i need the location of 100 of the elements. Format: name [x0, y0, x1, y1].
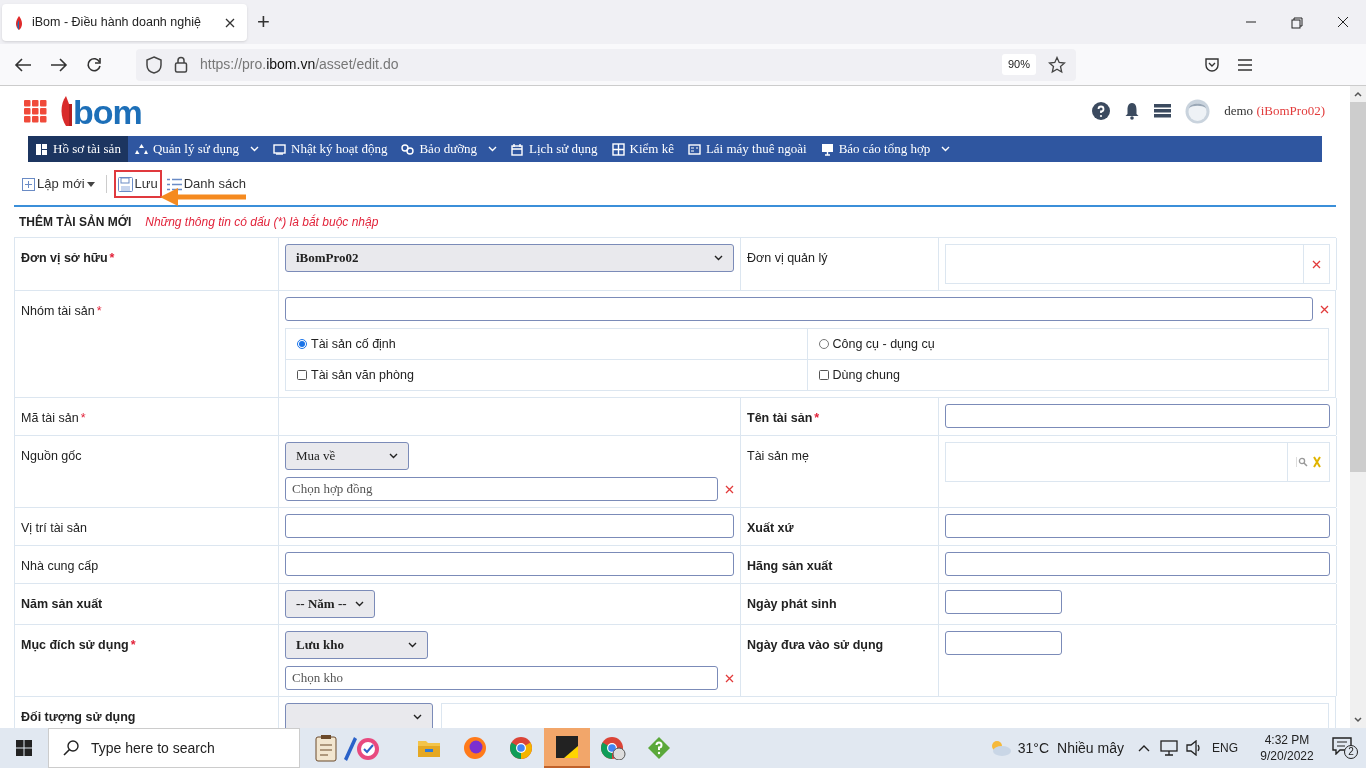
windows-icon[interactable]: [16, 740, 32, 756]
browser-icon: [509, 736, 533, 760]
close-icon[interactable]: [1336, 15, 1350, 29]
field-label: Xuất xứ: [747, 521, 794, 535]
chevron-down-icon: [408, 642, 417, 648]
chevron-down-icon: [714, 255, 723, 261]
lock-icon: [174, 56, 188, 73]
field-label: Tài sản mẹ: [747, 449, 809, 463]
checkbox-option[interactable]: Tài sản văn phòng: [297, 365, 414, 385]
browser-tab[interactable]: iBom - Điều hành doanh nghiệ: [2, 4, 247, 41]
nav-item[interactable]: Lịch sử dụng: [504, 136, 605, 162]
field-label: Hãng sản xuất: [747, 559, 833, 573]
grid-icon: [611, 142, 625, 156]
nav-item[interactable]: Kiểm kê: [604, 136, 681, 162]
clear-icon[interactable]: [725, 484, 734, 494]
input-field[interactable]: [285, 552, 734, 576]
plus-box-icon: [22, 177, 35, 191]
chevron-up-icon[interactable]: [1138, 744, 1150, 752]
bell-icon[interactable]: [1124, 102, 1141, 120]
chevron-down-icon: [413, 714, 422, 720]
zoom-level[interactable]: 90%: [1001, 54, 1036, 75]
chevron-down-icon: [355, 601, 364, 607]
clear-icon[interactable]: [725, 673, 734, 683]
help-icon[interactable]: [1092, 102, 1111, 120]
close-icon[interactable]: [225, 17, 235, 28]
select-field[interactable]: Mua về: [285, 442, 409, 470]
field-label: Ngày phát sinh: [747, 597, 837, 611]
clock[interactable]: 4:32 PM 9/20/2022: [1252, 732, 1322, 764]
clear-icon[interactable]: [1320, 304, 1329, 314]
scrollbar[interactable]: [1350, 86, 1366, 728]
nav-item[interactable]: Báo cáo tổng hợp: [813, 136, 958, 162]
field-label: Đơn vị quản lý: [747, 251, 828, 265]
select-field[interactable]: Lưu kho: [285, 631, 428, 659]
temperature[interactable]: 31°C: [1017, 737, 1050, 759]
nav-item[interactable]: Lái máy thuê ngoài: [680, 136, 814, 162]
floppy-icon: [117, 176, 133, 192]
select-field[interactable]: [285, 703, 433, 728]
star-icon[interactable]: [1048, 55, 1066, 74]
speaker-icon[interactable]: [1186, 740, 1202, 756]
pocket-icon[interactable]: [1204, 56, 1220, 73]
input-field[interactable]: [945, 404, 1330, 428]
input-field[interactable]: [285, 297, 1313, 321]
server-icon[interactable]: [1154, 104, 1172, 118]
reload-icon[interactable]: [86, 56, 102, 73]
radio-option[interactable]: Công cụ - dụng cụ: [818, 334, 935, 354]
nav-item[interactable]: Quản lý sử dụng: [127, 136, 267, 162]
input-field[interactable]: [945, 552, 1330, 576]
list-button[interactable]: Danh sách: [162, 170, 250, 198]
forward-icon[interactable]: [50, 56, 68, 73]
save-button[interactable]: Lưu: [113, 170, 162, 198]
input-field[interactable]: [945, 590, 1062, 614]
weather-text[interactable]: Nhiều mây: [1057, 737, 1124, 759]
nav-item[interactable]: Nhật ký hoạt động: [266, 136, 395, 162]
notification-button[interactable]: 2: [1332, 737, 1358, 759]
search-field[interactable]: Type here to search: [48, 728, 300, 768]
clear-icon[interactable]: [1312, 259, 1321, 269]
network-icon[interactable]: [1160, 740, 1178, 756]
language-indicator[interactable]: ENG: [1212, 739, 1238, 757]
flame-icon: [59, 95, 73, 127]
checkbox-option[interactable]: Dùng chung: [818, 365, 900, 385]
pen-clipboard-drawing[interactable]: [314, 733, 380, 763]
chevron-down-icon: [389, 453, 398, 459]
menu-icon[interactable]: [1238, 58, 1252, 71]
lookup-field[interactable]: [945, 244, 1330, 284]
message-icon: [1332, 737, 1352, 755]
select-field[interactable]: -- Năm --: [285, 590, 375, 618]
screen-icon: [820, 142, 834, 156]
input-field[interactable]: Chọn kho: [285, 666, 718, 690]
address-bar[interactable]: https://pro.ibom.vn/asset/edit.do 90%: [136, 48, 1076, 81]
select-field[interactable]: iBomPro02: [285, 244, 734, 272]
caret-icon: [86, 181, 95, 187]
input-field[interactable]: [285, 514, 734, 538]
new-tab-button[interactable]: +: [257, 5, 270, 38]
avatar-icon[interactable]: [1185, 98, 1211, 124]
field-label: Mã tài sản *: [21, 411, 86, 425]
browser-icon: [600, 736, 626, 760]
input-field[interactable]: [945, 514, 1330, 538]
lookup-field[interactable]: [945, 442, 1330, 482]
back-icon[interactable]: [14, 56, 32, 73]
note-icon: [556, 736, 578, 758]
field-label: Tên tài sản *: [747, 411, 820, 425]
flame-icon: [14, 14, 24, 31]
nav-item[interactable]: Bảo dưỡng: [394, 136, 505, 162]
field-label: Vị trí tài sản: [21, 521, 87, 535]
restore-icon[interactable]: [1290, 15, 1304, 29]
taskbar-app[interactable]: [544, 728, 590, 768]
input-field[interactable]: Chọn hợp đồng: [285, 477, 718, 501]
new-button[interactable]: Lập mới: [18, 170, 99, 198]
browser-icon: [463, 736, 487, 760]
search-icon[interactable]: [1296, 457, 1308, 467]
question-diamond-icon: [647, 736, 671, 760]
field-label: Mục đích sử dụng *: [21, 638, 136, 652]
input-field[interactable]: [945, 631, 1062, 655]
field-label: Đơn vị sở hữu *: [21, 251, 115, 265]
nav-item[interactable]: Hồ sơ tài sản: [28, 136, 128, 162]
radio-option[interactable]: Tài sản cố định: [297, 334, 396, 354]
user-name[interactable]: demo (iBomPro02): [1224, 101, 1325, 121]
apps-grid-icon[interactable]: [24, 99, 47, 123]
logo[interactable]: bom: [59, 95, 142, 127]
url-text: https://pro.ibom.vn/asset/edit.do: [200, 55, 399, 74]
